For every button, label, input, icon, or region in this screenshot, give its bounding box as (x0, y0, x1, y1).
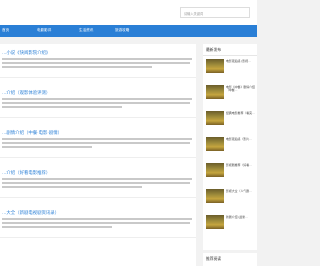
thumbnail-image[interactable] (206, 163, 224, 177)
sidebar-item[interactable]: 电影《中餐》剧情介绍（中餐… (206, 85, 257, 101)
sidebar-recommended: 推荐阅读 (203, 253, 257, 266)
article-text-line (2, 142, 190, 144)
article-title[interactable]: …介绍（好看电影推荐） (2, 170, 50, 176)
sidebar-latest: 最新发布 电影观后感 (影视… 电影《中餐》剧情介绍（中餐… 经典电影推荐（看完… (203, 44, 257, 250)
thumbnail-image[interactable] (206, 189, 224, 203)
main-nav: 首页 电影影评 生活资讯 旅游攻略 (0, 25, 257, 37)
sidebar-item[interactable]: 新剧介绍 (最新… (206, 215, 257, 231)
article-text-line (2, 222, 190, 224)
nav-item-home[interactable]: 首页 (2, 28, 9, 33)
article-text-line (2, 186, 142, 188)
sidebar-item-label[interactable]: 电影观后感 (影视… (226, 59, 257, 63)
thumbnail-image[interactable] (206, 59, 224, 73)
sidebar-divider (203, 55, 257, 56)
thumbnail-image[interactable] (206, 137, 224, 151)
article-text-line (2, 98, 192, 100)
sidebar-item-label[interactable]: 电影观后感（影片… (226, 137, 257, 141)
sidebar-item[interactable]: 经典电影推荐（看完… (206, 111, 257, 127)
nav-item-life-news[interactable]: 生活资讯 (79, 28, 93, 33)
sidebar-title: 最新发布 (206, 48, 222, 52)
sidebar-item-label[interactable]: 影视剧推荐（好看… (226, 163, 257, 167)
nav-item-travel[interactable]: 旅游攻略 (115, 28, 129, 33)
article-card[interactable]: …大全（新剧电视剧资讯录） (0, 204, 196, 238)
article-title[interactable]: …剧情介绍（中餐·电影·剧情） (2, 130, 62, 136)
sidebar-title: 推荐阅读 (206, 257, 222, 261)
nav-item-movie-reviews[interactable]: 电影影评 (37, 28, 51, 33)
article-text-line (2, 218, 192, 220)
article-title[interactable]: …介绍（观影体验评测） (2, 90, 50, 96)
sidebar-item-label[interactable]: 影视大全（人气剧… (226, 189, 257, 193)
article-text-line (2, 106, 122, 108)
sidebar-item-label[interactable]: 新剧介绍 (最新… (226, 215, 257, 219)
thumbnail-image[interactable] (206, 215, 224, 229)
article-text-line (2, 66, 152, 68)
thumbnail-image[interactable] (206, 85, 224, 99)
sidebar-item[interactable]: 影视剧推荐（好看… (206, 163, 257, 179)
article-card[interactable]: …介绍（好看电影推荐） (0, 164, 196, 198)
article-text-line (2, 226, 112, 228)
article-card[interactable]: …剧情介绍（中餐·电影·剧情） (0, 124, 196, 158)
article-text-line (2, 102, 190, 104)
article-card[interactable]: …介绍（观影体验评测） (0, 84, 196, 118)
article-text-line (2, 58, 192, 60)
article-text-line (2, 62, 190, 64)
article-text-line (2, 146, 92, 148)
article-title[interactable]: …大全（新剧电视剧资讯录） (2, 210, 59, 216)
thumbnail-image[interactable] (206, 111, 224, 125)
article-text-line (2, 182, 190, 184)
article-text-line (2, 178, 192, 180)
search-input[interactable]: 请输入关键词 (180, 7, 250, 18)
sidebar-item[interactable]: 电影观后感 (影视… (206, 59, 257, 75)
article-title[interactable]: …小说《快阅影院介绍》 (2, 50, 50, 56)
sidebar-item[interactable]: 电影观后感（影片… (206, 137, 257, 153)
article-list: …小说《快阅影院介绍》 …介绍（观影体验评测） …剧情介绍（中餐·电影·剧情） … (0, 44, 196, 266)
top-bar: 请输入关键词 (0, 0, 257, 25)
article-card[interactable]: …小说《快阅影院介绍》 (0, 44, 196, 78)
article-text-line (2, 138, 192, 140)
sidebar-item[interactable]: 影视大全（人气剧… (206, 189, 257, 205)
sidebar-item-label[interactable]: 经典电影推荐（看完… (226, 111, 257, 115)
sidebar-item-label[interactable]: 电影《中餐》剧情介绍（中餐… (226, 85, 257, 93)
